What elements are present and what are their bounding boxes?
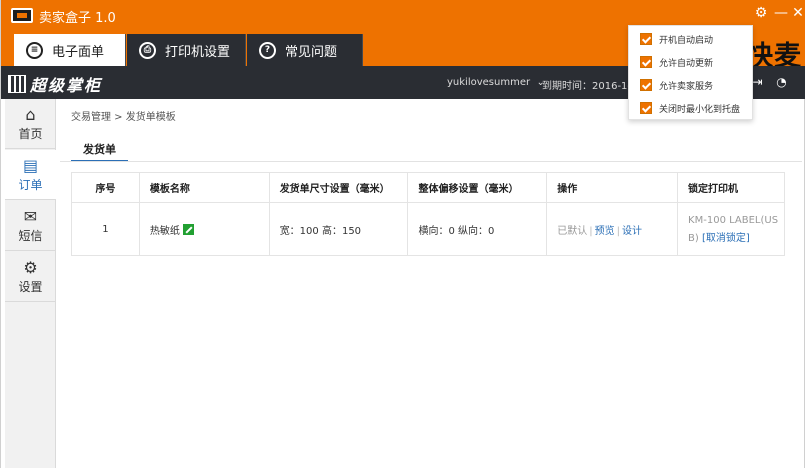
checkbox-checked-icon[interactable] [640,79,652,91]
question-icon: ? [259,41,276,59]
option-seller-service[interactable]: 允许卖家服务 [640,77,713,93]
settings-popup: 开机自动启动 允许自动更新 允许卖家服务 关闭时最小化到托盘 [628,25,753,120]
column-header-printer: 锁定打印机 [677,172,785,203]
column-header-name: 模板名称 [138,172,270,203]
app-logo-icon [11,8,33,23]
table-row: 1 热敏纸 宽：100 高：150 横向：0 纵向：0 已默认 | 预览 | 设计 KM… [71,202,785,256]
breadcrumb: 交易管理 > 发货单模板 [71,112,176,123]
design-link[interactable]: 设计 [622,226,642,237]
tab-faq[interactable]: ? 常见问题 [247,34,363,66]
sidebar-item-home[interactable]: ⌂ 首页 [5,99,56,149]
minimize-button[interactable]: — [773,4,789,22]
separator: | [616,225,620,237]
option-label: 允许自动更新 [659,58,714,69]
sidebar-item-orders[interactable]: ▤ 订单 [5,150,56,200]
close-button[interactable]: ✕ [790,4,805,22]
tab-label: 打印机设置 [165,44,231,60]
cell-size: 宽：100 高：150 [268,202,409,256]
cell-index: 1 [71,202,140,256]
printer-icon: ⎙ [139,41,156,59]
tab-label: 电子面单 [52,44,105,60]
printer-name: KM-100 LABEL(US [688,214,779,226]
unlock-printer-link[interactable]: [取消锁定] [702,233,750,244]
option-minimize-to-tray[interactable]: 关闭时最小化到托盘 [640,100,740,116]
gear-icon: ⚙ [23,258,38,277]
edit-icon[interactable] [182,223,194,235]
sidebar-item-label: 订单 [18,178,43,192]
template-name: 热敏纸 [149,225,180,237]
tab-invoice[interactable]: 发货单 [71,137,128,162]
default-label: 已默认 [557,225,588,237]
expire-date: 到期时间：2016-1-2 [542,81,638,92]
separator: | [589,225,593,237]
sidebar: ⌂ 首页 ▤ 订单 ✉ 短信 ⚙ 设置 [5,99,56,468]
sidebar-item-label: 短信 [18,229,43,243]
column-header-index: 序号 [71,172,140,203]
option-label: 开机自动启动 [659,35,714,46]
settings-gear-icon[interactable]: ⚙ [753,4,769,22]
shop-logo: 超级掌柜 [8,72,102,96]
preview-link[interactable]: 预览 [595,226,615,237]
option-auto-update[interactable]: 允许自动更新 [640,54,713,70]
checkbox-checked-icon[interactable] [640,56,652,68]
checkbox-checked-icon[interactable] [640,102,652,114]
shop-name: 超级掌柜 [30,76,103,95]
sidebar-item-label: 设置 [18,280,43,294]
divider [60,161,802,162]
tab-printer-settings[interactable]: ⎙ 打印机设置 [127,34,246,66]
table-header-row: 序号 模板名称 发货单尺寸设置（毫米） 整体偏移设置（毫米） 操作 锁定打印机 [71,172,785,203]
option-autostart[interactable]: 开机自动启动 [640,31,713,47]
order-icon: ▤ [22,156,39,175]
option-label: 允许卖家服务 [659,81,714,92]
template-table: 序号 模板名称 发货单尺寸设置（毫米） 整体偏移设置（毫米） 操作 锁定打印机 … [71,172,785,256]
document-icon: ≡ [26,41,43,59]
checkbox-checked-icon[interactable] [640,33,652,45]
app-window: 卖家盒子 1.0 ⚙ — ✕ ≡ 电子面单 ⎙ 打印机设置 ? 常见问题 快麦 … [0,0,805,468]
username: yukilovesummer [447,77,531,88]
cell-template-name: 热敏纸 [138,202,270,256]
home-icon: ⌂ [25,105,36,124]
cell-offset: 横向：0 纵向：0 [407,202,548,256]
window-title: 卖家盒子 1.0 [39,11,116,26]
sidebar-item-label: 首页 [18,127,43,141]
cell-locked-printer: KM-100 LABEL(US B) [取消锁定] [677,202,785,256]
option-label: 关闭时最小化到托盘 [659,104,741,115]
column-header-actions: 操作 [546,172,679,203]
tab-electronic-waybill[interactable]: ≡ 电子面单 [14,34,126,66]
mail-icon: ✉ [23,207,38,226]
clock-icon[interactable]: ◔ [774,75,789,90]
barcode-icon [8,75,26,93]
username-dropdown[interactable]: yukilovesummer ⌄ [447,77,545,88]
column-header-offset: 整体偏移设置（毫米） [407,172,548,203]
tab-label: 常见问题 [285,44,338,60]
sidebar-item-settings[interactable]: ⚙ 设置 [5,252,56,302]
cell-actions: 已默认 | 预览 | 设计 [546,202,679,256]
column-header-size: 发货单尺寸设置（毫米） [268,172,409,203]
sidebar-item-sms[interactable]: ✉ 短信 [5,201,56,251]
printer-name-suffix: B) [688,232,699,244]
